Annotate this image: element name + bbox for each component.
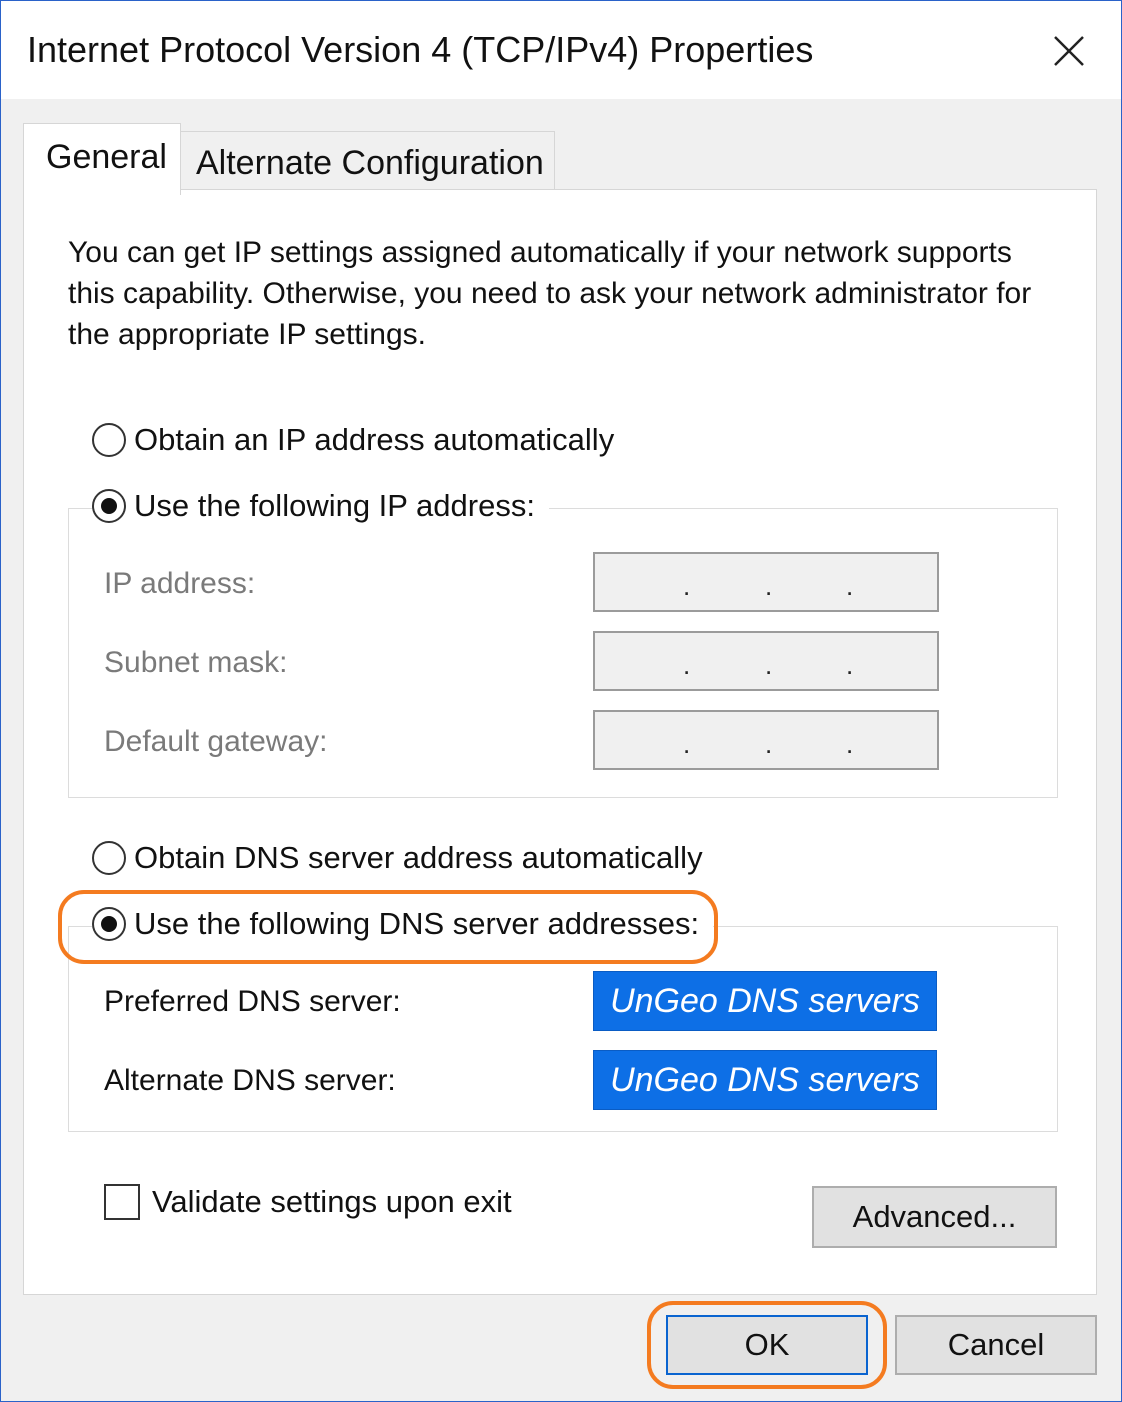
preferred-dns-label: Preferred DNS server:: [104, 985, 401, 1018]
subnet-mask-input[interactable]: ...: [593, 631, 939, 691]
dns-server-group: Preferred DNS server: UnGeo DNS servers …: [68, 926, 1058, 1132]
alternate-dns-label: Alternate DNS server:: [104, 1064, 396, 1097]
preferred-dns-input[interactable]: UnGeo DNS servers: [593, 971, 937, 1031]
tab-alternate-configuration[interactable]: Alternate Configuration: [179, 131, 555, 189]
obtain-dns-auto-radio[interactable]: Obtain DNS server address automatically: [92, 840, 717, 876]
use-following-dns-label: Use the following DNS server addresses:: [134, 906, 700, 941]
validate-settings-checkbox[interactable]: [104, 1184, 140, 1220]
ip-address-group: IP address: ... Subnet mask: ... Default…: [68, 508, 1058, 798]
use-following-ip-label: Use the following IP address:: [134, 488, 535, 523]
obtain-ip-auto-label: Obtain an IP address automatically: [134, 422, 615, 457]
tab-alternate-configuration-label: Alternate Configuration: [196, 144, 544, 182]
validate-settings-label: Validate settings upon exit: [152, 1184, 512, 1219]
ok-button[interactable]: OK: [666, 1315, 868, 1375]
subnet-mask-label: Subnet mask:: [104, 646, 288, 679]
cancel-button[interactable]: Cancel: [895, 1315, 1097, 1375]
radio-button-checked[interactable]: [92, 907, 126, 941]
tab-general[interactable]: General: [23, 123, 181, 195]
close-button[interactable]: [1047, 29, 1091, 73]
ipv4-properties-dialog: Internet Protocol Version 4 (TCP/IPv4) P…: [0, 0, 1122, 1402]
obtain-dns-auto-label: Obtain DNS server address automatically: [134, 840, 703, 875]
obtain-ip-auto-radio[interactable]: Obtain an IP address automatically: [92, 422, 629, 458]
title-bar: Internet Protocol Version 4 (TCP/IPv4) P…: [1, 1, 1121, 99]
tab-general-label: General: [46, 138, 167, 176]
radio-button-unchecked[interactable]: [92, 841, 126, 875]
radio-button-unchecked[interactable]: [92, 423, 126, 457]
intro-text: You can get IP settings assigned automat…: [68, 236, 1032, 351]
alternate-dns-input[interactable]: UnGeo DNS servers: [593, 1050, 937, 1110]
validate-settings-checkbox-row[interactable]: Validate settings upon exit: [104, 1184, 512, 1220]
use-following-dns-radio[interactable]: Use the following DNS server addresses:: [92, 906, 714, 942]
radio-button-checked[interactable]: [92, 489, 126, 523]
advanced-button[interactable]: Advanced...: [812, 1186, 1057, 1248]
close-icon: [1054, 36, 1084, 66]
use-following-ip-radio[interactable]: Use the following IP address:: [92, 488, 549, 524]
ip-address-input[interactable]: ...: [593, 552, 939, 612]
dialog-title: Internet Protocol Version 4 (TCP/IPv4) P…: [27, 29, 814, 70]
default-gateway-input[interactable]: ...: [593, 710, 939, 770]
ip-address-label: IP address:: [104, 567, 256, 600]
default-gateway-label: Default gateway:: [104, 725, 328, 758]
general-tab-panel: You can get IP settings assigned automat…: [23, 189, 1097, 1295]
